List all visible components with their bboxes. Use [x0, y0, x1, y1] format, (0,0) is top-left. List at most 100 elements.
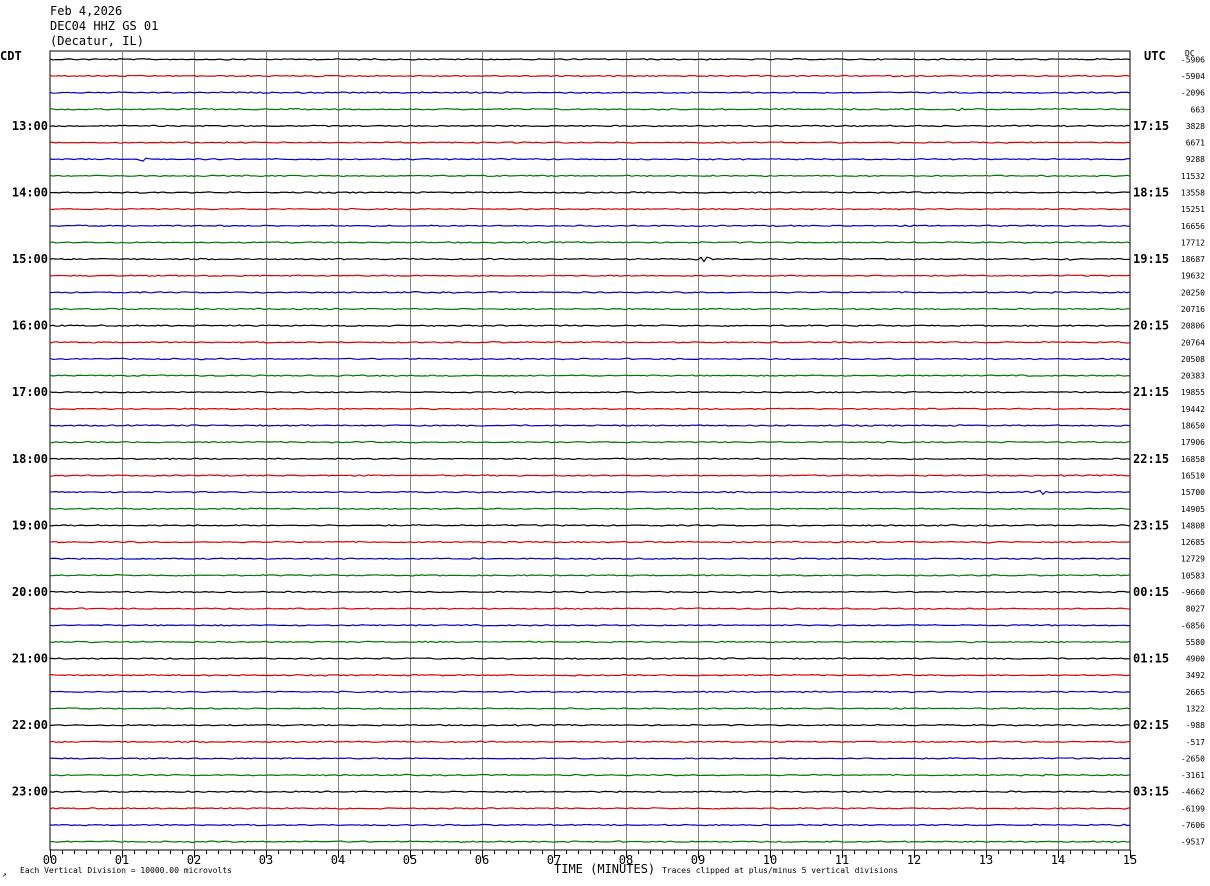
dc-offset-value: 3492 — [1186, 671, 1205, 680]
left-hour-label: 13:00 — [12, 119, 48, 133]
dc-offset-value: -2096 — [1181, 89, 1205, 98]
right-hour-label: 19:15 — [1133, 252, 1169, 266]
seismic-trace-2 — [49, 74, 1131, 78]
dc-offset-value: 6671 — [1186, 139, 1205, 148]
dc-offset-value: 20383 — [1181, 372, 1205, 381]
seismic-trace-34 — [49, 607, 1131, 610]
seismic-trace-39 — [49, 690, 1131, 694]
x-tick-label: 03 — [259, 853, 273, 867]
dc-offset-value: -2650 — [1181, 754, 1205, 763]
seismic-trace-3 — [49, 91, 1131, 94]
x-tick-label: 01 — [115, 853, 129, 867]
left-hour-label: 20:00 — [12, 585, 48, 599]
x-tick-label: 15 — [1123, 853, 1137, 867]
left-hour-label: 16:00 — [12, 319, 48, 333]
seismic-trace-30 — [49, 540, 1131, 544]
dc-offset-value: 12685 — [1181, 538, 1205, 547]
seismic-trace-40 — [49, 707, 1131, 710]
dc-offset-value: 19442 — [1181, 405, 1205, 414]
dc-offset-value: 12729 — [1181, 555, 1205, 564]
dc-offset-value: -5906 — [1181, 55, 1205, 64]
dc-offset-value: 20806 — [1181, 322, 1205, 331]
seismic-trace-48 — [49, 840, 1131, 844]
dc-offset-value: 20250 — [1181, 288, 1205, 297]
left-hour-label: 14:00 — [12, 185, 48, 199]
clip-note: Traces clipped at plus/minus 5 vertical … — [662, 866, 899, 875]
right-hour-label: 17:15 — [1133, 119, 1169, 133]
seismic-trace-8 — [49, 174, 1131, 178]
dc-offset-value: 11532 — [1181, 172, 1205, 181]
x-tick-label: 04 — [331, 853, 345, 867]
left-hour-label: 19:00 — [12, 518, 48, 532]
seismic-trace-26 — [49, 474, 1131, 477]
x-tick-label: 06 — [475, 853, 489, 867]
seismic-trace-37 — [49, 657, 1131, 660]
seismic-trace-18 — [49, 341, 1131, 344]
x-tick-label: 02 — [187, 853, 201, 867]
seismic-trace-16 — [49, 307, 1131, 311]
left-hour-label: 21:00 — [12, 652, 48, 666]
seismic-trace-21 — [49, 390, 1131, 394]
dc-offset-value: 2665 — [1186, 688, 1205, 697]
dc-offset-value: -9517 — [1181, 838, 1205, 847]
right-hour-label: 21:15 — [1133, 385, 1169, 399]
left-hour-label: 22:00 — [12, 718, 48, 732]
seismic-trace-24 — [49, 440, 1131, 444]
dc-offset-value: 9288 — [1186, 155, 1205, 164]
dc-offset-value: 16656 — [1181, 222, 1205, 231]
seismic-trace-35 — [49, 623, 1131, 627]
dc-offset-value: 14808 — [1181, 521, 1205, 530]
seismic-trace-15 — [49, 291, 1131, 294]
scale-note: Each Vertical Division = 10000.00 microv… — [20, 866, 232, 875]
dc-offset-value: 13558 — [1181, 188, 1205, 197]
seismic-trace-33 — [49, 590, 1131, 594]
helicorder-plot: 13:00 14:00 15:00 16:00 17:00 18:00 19:00 20:00… — [12, 50, 1205, 867]
seismic-trace-45 — [49, 790, 1131, 794]
right-hour-label: 02:15 — [1133, 718, 1169, 732]
dc-offset-value: 3828 — [1186, 122, 1205, 131]
seismic-trace-44 — [49, 773, 1131, 777]
dc-offset-value: 4900 — [1186, 655, 1205, 664]
seismic-trace-11 — [49, 224, 1131, 228]
seismic-trace-20 — [49, 374, 1131, 377]
right-hour-label: 01:15 — [1133, 652, 1169, 666]
x-tick-label: 13 — [979, 853, 993, 867]
x-tick-label: 09 — [691, 853, 705, 867]
dc-offset-value: 16858 — [1181, 455, 1205, 464]
dc-offset-value: -5904 — [1181, 72, 1205, 81]
seismic-trace-7 — [49, 157, 1131, 162]
dc-offset-value: -9660 — [1181, 588, 1205, 597]
dc-offset-value: 17906 — [1181, 438, 1205, 447]
seismic-trace-9 — [49, 191, 1131, 194]
seismic-trace-31 — [49, 557, 1130, 561]
dc-offset-value: 16510 — [1181, 471, 1205, 480]
dc-offset-value: 17712 — [1181, 238, 1205, 247]
seismic-trace-5 — [49, 124, 1131, 128]
dc-offset-value: -517 — [1186, 738, 1205, 747]
dc-offset-value: 14905 — [1181, 505, 1205, 514]
dc-offset-value: 15251 — [1181, 205, 1205, 214]
dc-offset-value: 15700 — [1181, 488, 1205, 497]
seismic-trace-4 — [49, 107, 1131, 112]
dc-offset-value: 20508 — [1181, 355, 1205, 364]
right-hour-label: 23:15 — [1133, 518, 1169, 532]
dc-offset-value: -988 — [1186, 721, 1205, 730]
seismic-trace-23 — [49, 424, 1131, 427]
seismic-trace-17 — [49, 324, 1131, 327]
seismic-trace-25 — [49, 457, 1131, 461]
right-hour-label: 18:15 — [1133, 185, 1169, 199]
dc-offset-value: -7606 — [1181, 821, 1205, 830]
dc-offset-value: -3161 — [1181, 771, 1205, 780]
seismic-trace-29 — [50, 524, 1131, 527]
dc-offset-value: 20716 — [1181, 305, 1205, 314]
dc-offset-value: 5580 — [1186, 638, 1205, 647]
seismic-trace-47 — [49, 823, 1131, 827]
left-hour-label: 15:00 — [12, 252, 48, 266]
right-hour-label: 20:15 — [1133, 319, 1169, 333]
seismic-trace-36 — [49, 640, 1131, 644]
dc-offset-value: -6856 — [1181, 621, 1205, 630]
seismic-trace-27 — [49, 490, 1131, 496]
seismic-trace-28 — [49, 507, 1131, 511]
x-tick-label: 11 — [835, 853, 849, 867]
x-tick-label: 05 — [403, 853, 417, 867]
